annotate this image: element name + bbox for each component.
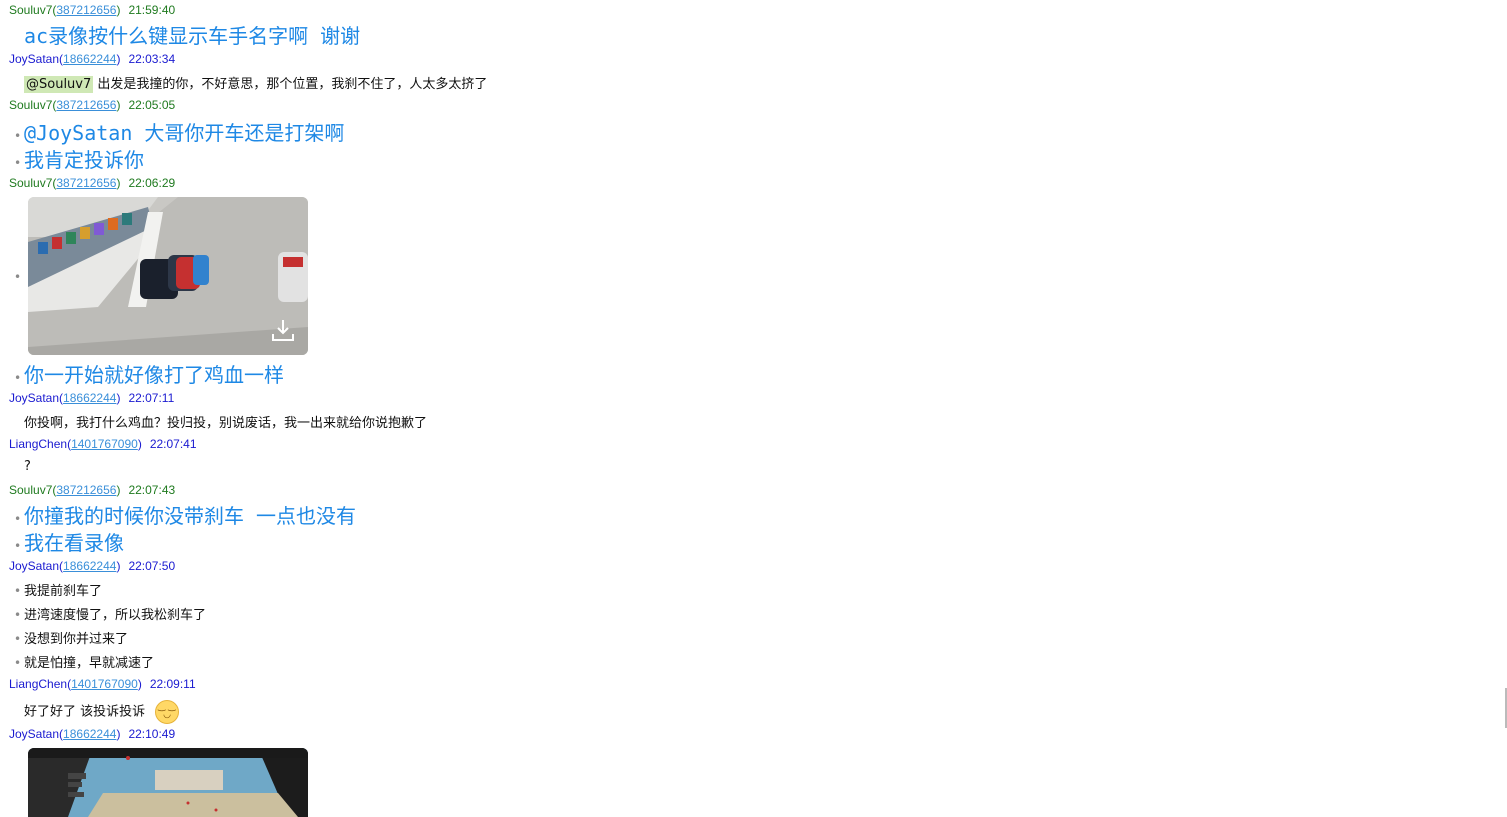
message-header: JoySatan(18662244) 22:03:34	[9, 52, 176, 66]
message-header: Souluv7(387212656) 22:06:29	[9, 176, 176, 190]
message-text: 进湾速度慢了，所以我松刹车了	[24, 608, 207, 623]
sender-name: JoySatan	[9, 727, 60, 741]
bullet-icon: •	[14, 371, 22, 385]
sender-id-link[interactable]: 387212656	[56, 483, 116, 497]
sender-name: JoySatan	[9, 559, 60, 573]
sender-name: Souluv7	[9, 98, 53, 112]
sender-name: JoySatan	[9, 52, 60, 66]
racing-screenshot-image[interactable]	[28, 197, 308, 355]
message-header: LiangChen(1401767090) 22:09:11	[9, 677, 196, 691]
sender-id-link[interactable]: 18662244	[63, 52, 116, 66]
message-row: 好了好了 该投诉投诉	[24, 700, 180, 724]
message-text: ?	[24, 459, 31, 474]
message-text: 我在看录像	[24, 531, 124, 555]
bullet-icon: •	[14, 539, 22, 553]
sender-name: Souluv7	[9, 3, 53, 17]
message-time: 22:05:05	[128, 98, 176, 112]
message-text: 你一开始就好像打了鸡血一样	[24, 363, 284, 387]
message-row: @Souluv7 出发是我撞的你，不好意思，那个位置，我刹不住了，人太多太挤了	[24, 73, 488, 93]
sender-id-link[interactable]: 1401767090	[71, 437, 138, 451]
message-time: 22:07:41	[149, 437, 197, 451]
bullet-icon: •	[14, 129, 22, 143]
message-time: 22:03:34	[128, 52, 176, 66]
message-header: LiangChen(1401767090) 22:07:41	[9, 437, 197, 451]
message-text: @JoySatan 大哥你开车还是打架啊	[24, 121, 345, 145]
bullet-icon: •	[14, 656, 22, 670]
bullet-icon: •	[14, 608, 22, 622]
message-text: 我提前刹车了	[24, 584, 103, 599]
sender-name: JoySatan	[9, 391, 60, 405]
sender-name: Souluv7	[9, 483, 53, 497]
bullet-icon: •	[14, 632, 22, 646]
message-time: 22:06:29	[128, 176, 176, 190]
sender-id-link[interactable]: 18662244	[63, 559, 116, 573]
message-header: JoySatan(18662244) 22:07:11	[9, 391, 175, 405]
sender-name: LiangChen	[9, 677, 68, 691]
message-line: • 没想到你并过来了	[14, 628, 128, 647]
message-text: 你撞我的时候你没带刹车 一点也没有	[24, 504, 357, 528]
message-line: • 进湾速度慢了，所以我松刹车了	[14, 604, 206, 623]
message-text: 就是怕撞，早就减速了	[24, 656, 155, 671]
sender-id-link[interactable]: 387212656	[56, 98, 116, 112]
smiling-face-icon	[155, 700, 180, 724]
game-screenshot-image[interactable]	[28, 748, 308, 817]
sender-id-link[interactable]: 18662244	[63, 391, 116, 405]
bullet-icon: •	[14, 584, 22, 598]
sender-name: Souluv7	[9, 176, 53, 190]
message-time: 22:07:50	[128, 559, 176, 573]
mention-tag[interactable]: @Souluv7	[24, 76, 94, 93]
message-time: 22:07:43	[128, 483, 176, 497]
message-time: 21:59:40	[128, 3, 176, 17]
sender-id-link[interactable]: 387212656	[56, 176, 116, 190]
message-line: • 我肯定投诉你	[14, 144, 144, 173]
message-text: 你投啊，我打什么鸡血？投归投，别说废话，我一出来就给你说抱歉了	[24, 416, 428, 431]
message-time: 22:07:11	[128, 391, 175, 405]
message-text: 出发是我撞的你，不好意思，那个位置，我刹不住了，人太多太挤了	[97, 77, 488, 92]
bullet-icon: •	[14, 512, 22, 526]
message-time: 22:09:11	[149, 677, 196, 691]
message-text: 没想到你并过来了	[24, 632, 129, 647]
bullet-icon: •	[14, 156, 22, 170]
message-header: Souluv7(387212656) 22:07:43	[9, 483, 176, 497]
sender-id-link[interactable]: 387212656	[56, 3, 116, 17]
sender-name: LiangChen	[9, 437, 68, 451]
message-line: • @JoySatan 大哥你开车还是打架啊	[14, 117, 344, 146]
message-line: • 我提前刹车了	[14, 580, 102, 599]
message-text: 我肯定投诉你	[24, 148, 144, 172]
message-line: • 我在看录像	[14, 527, 124, 556]
bullet-icon: •	[14, 270, 22, 284]
message-header: Souluv7(387212656) 22:05:05	[9, 98, 176, 112]
message-header: Souluv7(387212656) 21:59:40	[9, 3, 176, 17]
message-header: JoySatan(18662244) 22:10:49	[9, 727, 176, 741]
message-line: • 你撞我的时候你没带刹车 一点也没有	[14, 500, 356, 529]
message-line: • 你一开始就好像打了鸡血一样	[14, 359, 284, 388]
message-line: • 就是怕撞，早就减速了	[14, 652, 154, 671]
message-time: 22:10:49	[128, 727, 176, 741]
message-text: 好了好了 该投诉投诉	[24, 704, 146, 720]
message-text: ac录像按什么键显示车手名字啊 谢谢	[24, 24, 361, 48]
download-icon[interactable]	[270, 317, 296, 343]
sender-id-link[interactable]: 18662244	[63, 727, 116, 741]
sender-id-link[interactable]: 1401767090	[71, 677, 138, 691]
message-header: JoySatan(18662244) 22:07:50	[9, 559, 176, 573]
